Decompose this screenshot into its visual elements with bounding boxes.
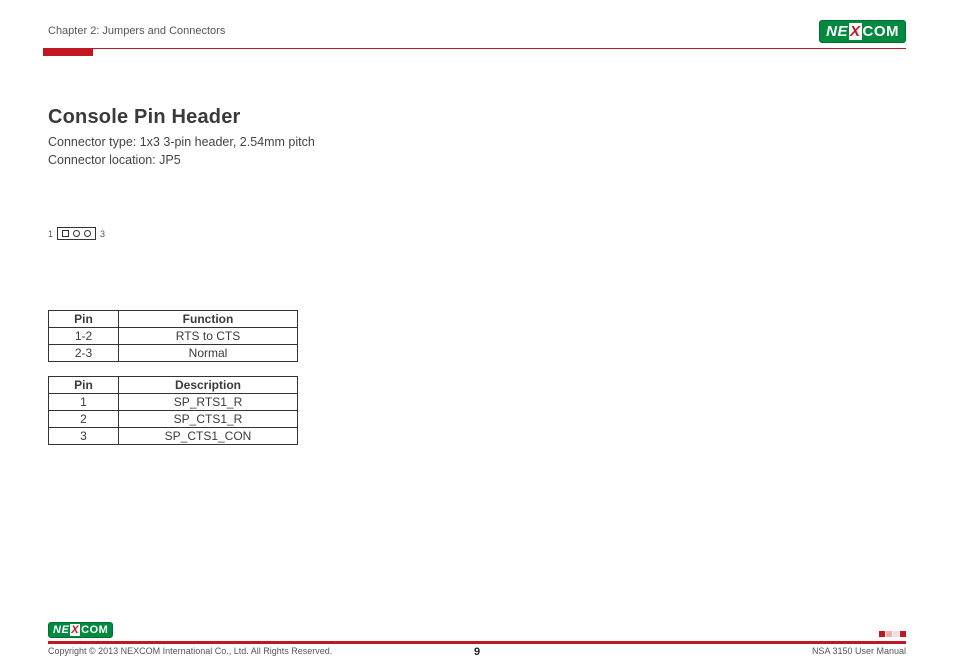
nexcom-logo-bottom: NEXCOM xyxy=(48,622,113,638)
th-function: Function xyxy=(119,311,298,328)
cell-pin: 1-2 xyxy=(49,328,119,345)
table-row: 3 SP_CTS1_CON xyxy=(49,428,298,445)
connector-type: Connector type: 1x3 3-pin header, 2.54mm… xyxy=(48,133,906,151)
th-pin: Pin xyxy=(49,377,119,394)
logo-text-left: NE xyxy=(826,23,848,40)
chapter-label: Chapter 2: Jumpers and Connectors xyxy=(48,25,225,37)
cell-description: SP_CTS1_R xyxy=(119,411,298,428)
page-number: 9 xyxy=(474,646,480,658)
pin-2-circle-icon xyxy=(73,230,80,237)
logo-text-right: COM xyxy=(863,23,900,40)
pin-diagram: 1 3 xyxy=(48,227,906,240)
page-footer: NEXCOM Copyright © 2013 NEXCOM Internati… xyxy=(48,622,906,656)
pin-label-right: 3 xyxy=(100,229,105,239)
pin-3-circle-icon xyxy=(84,230,91,237)
cell-pin: 2 xyxy=(49,411,119,428)
pin-header-icon xyxy=(57,227,96,240)
manual-name: NSA 3150 User Manual xyxy=(812,646,906,656)
cell-description: SP_RTS1_R xyxy=(119,394,298,411)
cell-description: SP_CTS1_CON xyxy=(119,428,298,445)
cell-function: Normal xyxy=(119,345,298,362)
cell-pin: 2-3 xyxy=(49,345,119,362)
table-row: 2 SP_CTS1_R xyxy=(49,411,298,428)
table-header-row: Pin Function xyxy=(49,311,298,328)
function-table: Pin Function 1-2 RTS to CTS 2-3 Normal xyxy=(48,310,298,362)
logo-text-left: NE xyxy=(53,624,69,636)
connector-location: Connector location: JP5 xyxy=(48,151,906,169)
logo-text-right: COM xyxy=(81,624,108,636)
table-header-row: Pin Description xyxy=(49,377,298,394)
header-rule xyxy=(48,48,906,56)
logo-text-x: X xyxy=(70,624,80,636)
th-description: Description xyxy=(119,377,298,394)
description-table: Pin Description 1 SP_RTS1_R 2 SP_CTS1_R … xyxy=(48,376,298,445)
logo-text-x: X xyxy=(849,23,862,40)
table-row: 2-3 Normal xyxy=(49,345,298,362)
copyright-text: Copyright © 2013 NEXCOM International Co… xyxy=(48,646,332,656)
main-content: Console Pin Header Connector type: 1x3 3… xyxy=(48,106,906,445)
page-header: Chapter 2: Jumpers and Connectors NEXCOM xyxy=(48,18,906,44)
nexcom-logo-top: NEXCOM xyxy=(819,20,906,43)
cell-pin: 1 xyxy=(49,394,119,411)
table-row: 1 SP_RTS1_R xyxy=(49,394,298,411)
footer-rule xyxy=(48,641,906,644)
th-pin: Pin xyxy=(49,311,119,328)
pin-label-left: 1 xyxy=(48,229,53,239)
cell-pin: 3 xyxy=(49,428,119,445)
pin-1-square-icon xyxy=(62,230,69,237)
table-row: 1-2 RTS to CTS xyxy=(49,328,298,345)
cell-function: RTS to CTS xyxy=(119,328,298,345)
section-title: Console Pin Header xyxy=(48,106,906,129)
footer-decoration-icon xyxy=(879,631,906,638)
